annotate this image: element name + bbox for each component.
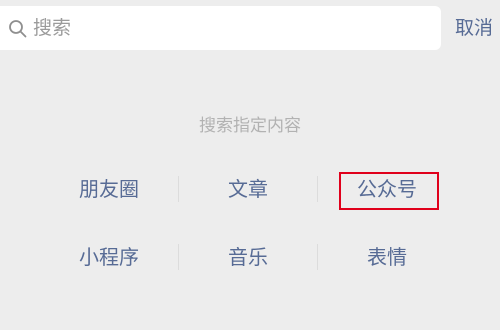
category-stickers[interactable]: 表情	[318, 237, 456, 277]
search-screen: 取消 搜索指定内容 朋友圈 文章 公众号 小程序 音乐 表情	[0, 0, 500, 330]
category-row: 朋友圈 文章 公众号	[40, 169, 456, 209]
cancel-button[interactable]: 取消	[448, 6, 500, 50]
section-title: 搜索指定内容	[199, 116, 301, 136]
category-official-accounts[interactable]: 公众号	[318, 169, 456, 209]
category-articles[interactable]: 文章	[179, 169, 317, 209]
category-music[interactable]: 音乐	[179, 237, 317, 277]
search-bar[interactable]	[0, 6, 441, 50]
category-mini-programs[interactable]: 小程序	[40, 237, 178, 277]
category-row: 小程序 音乐 表情	[40, 237, 456, 277]
category-moments[interactable]: 朋友圈	[40, 169, 178, 209]
search-icon	[9, 20, 27, 38]
search-input[interactable]	[33, 6, 428, 50]
